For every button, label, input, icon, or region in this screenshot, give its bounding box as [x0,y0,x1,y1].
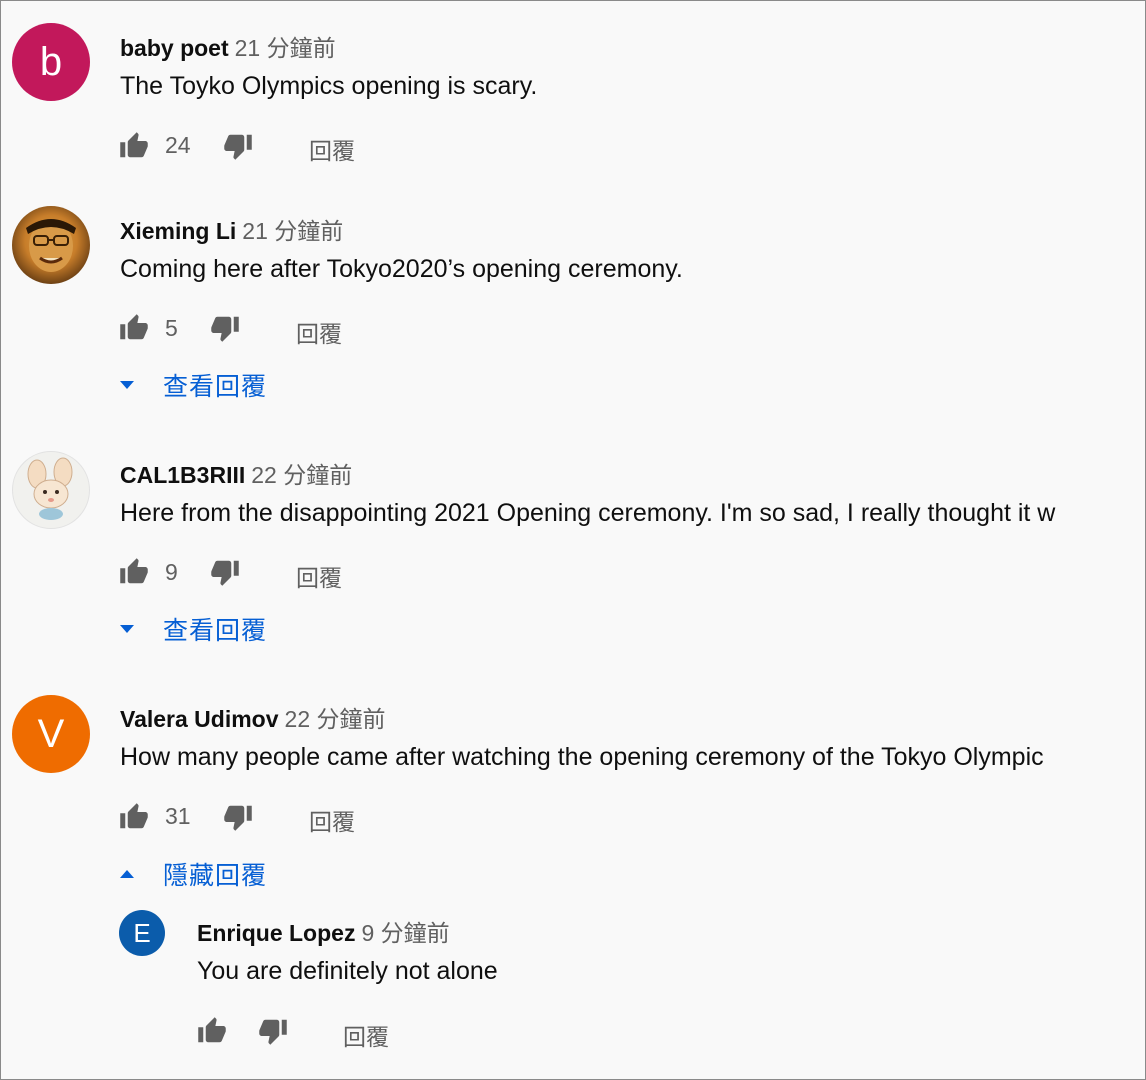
chevron-up-icon [120,870,134,878]
like-icon[interactable] [118,802,150,832]
avatar[interactable]: V [12,695,90,773]
hide-replies-label: 隱藏回覆 [163,862,268,890]
author-name[interactable]: Enrique Lopez [197,920,355,946]
dislike-icon[interactable] [209,313,241,343]
author-name[interactable]: Valera Udimov [120,706,279,732]
avatar-photo-icon [26,219,76,272]
timestamp[interactable]: 21 分鐘前 [235,35,336,61]
hide-replies-button[interactable]: 隱藏回覆 [119,856,267,892]
like-count: 9 [165,559,178,585]
like-icon[interactable] [118,313,150,343]
dislike-icon[interactable] [222,802,254,832]
comment-text: Here from the disappointing 2021 Opening… [120,499,1056,527]
author-name[interactable]: CAL1B3RIII [120,462,245,488]
reply-button[interactable]: 回覆 [296,559,342,593]
like-count: 24 [165,132,191,158]
comment-text: You are definitely not alone [197,957,498,985]
timestamp[interactable]: 22 分鐘前 [285,706,386,732]
avatar-letter: V [37,711,65,756]
avatar-letter: E [133,917,151,948]
avatar[interactable]: b [12,23,90,101]
like-count: 31 [165,803,191,829]
view-replies-button[interactable]: 查看回覆 [119,611,267,647]
like-icon[interactable] [118,557,150,587]
comment-header: Xieming Li 21 分鐘前 [120,212,343,246]
reply-button[interactable]: 回覆 [343,1018,389,1052]
view-replies-button[interactable]: 查看回覆 [119,367,267,403]
timestamp[interactable]: 21 分鐘前 [242,218,343,244]
dislike-icon[interactable] [257,1016,289,1046]
comment-header: Enrique Lopez 9 分鐘前 [197,914,450,948]
author-name[interactable]: baby poet [120,35,229,61]
chevron-down-icon [120,381,134,389]
reply-button[interactable]: 回覆 [296,315,342,349]
dislike-icon[interactable] [222,131,254,161]
avatar-image-icon [27,457,73,520]
avatar-letter: b [39,39,63,84]
author-name[interactable]: Xieming Li [120,218,236,244]
dislike-icon[interactable] [209,557,241,587]
comment-text: Coming here after Tokyo2020’s opening ce… [120,255,683,283]
reply-button[interactable]: 回覆 [309,132,355,166]
chevron-down-icon [120,625,134,633]
timestamp[interactable]: 22 分鐘前 [251,462,352,488]
comment-text: How many people came after watching the … [120,743,1044,771]
comment-header: CAL1B3RIII 22 分鐘前 [120,456,352,490]
window-frame [0,0,1146,1080]
like-icon[interactable] [196,1016,228,1046]
comment-header: baby poet 21 分鐘前 [120,29,336,63]
like-icon[interactable] [118,131,150,161]
avatar[interactable] [12,206,90,284]
avatar[interactable]: E [119,910,165,956]
like-count: 5 [165,315,178,341]
comment-header: Valera Udimov 22 分鐘前 [120,700,386,734]
avatar[interactable] [12,451,90,529]
view-replies-label: 查看回覆 [163,617,268,645]
comment-text: The Toyko Olympics opening is scary. [120,72,538,100]
view-replies-label: 查看回覆 [163,373,268,401]
reply-button[interactable]: 回覆 [309,803,355,837]
timestamp[interactable]: 9 分鐘前 [361,920,449,946]
